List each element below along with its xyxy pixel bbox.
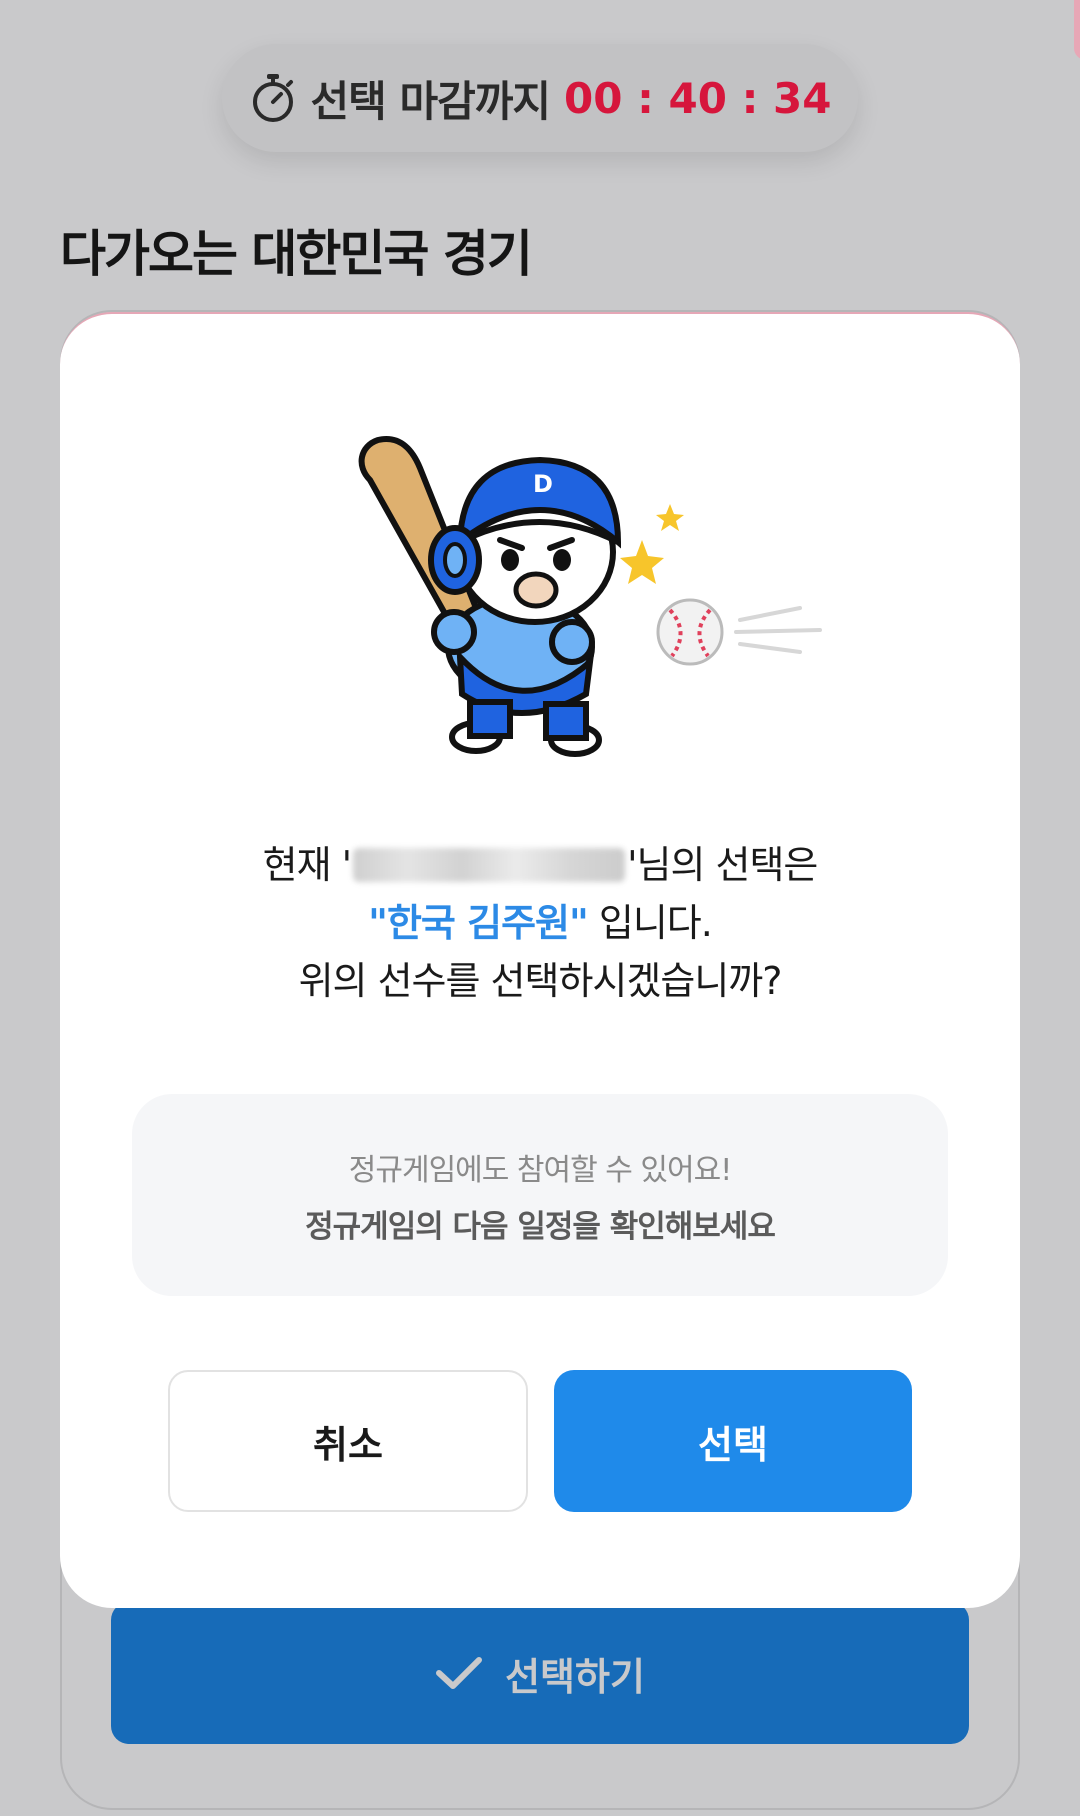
message-prefix: 현재 ' [262,843,352,887]
page-title: 다가오는 대한민국 경기 [60,225,533,283]
message-ending: 입니다. [587,901,713,945]
deadline-timer: 선택 마감까지 00 : 40 : 34 [222,44,858,152]
check-icon [436,1657,483,1689]
mascot-cap-letter: D [533,470,553,498]
confirm-select-button[interactable]: 선택 [554,1370,912,1512]
regular-game-info-box: 정규게임에도 참여할 수 있어요! 정규게임의 다음 일정을 확인해보세요 [132,1094,948,1296]
timer-countdown: 00 : 40 : 34 [564,73,832,123]
cancel-button[interactable]: 취소 [168,1370,528,1512]
selected-player-name: "한국 김주원" [368,901,589,945]
confirm-selection-dialog: D 현재 ' '님의 선택은 "한국 김주원" 입니다. 위의 선수를 선택하시겠… [60,312,1020,1608]
baseball-mascot-illustration: D [358,436,822,757]
stopwatch-icon [252,74,293,122]
timer-label: 선택 마감까지 [310,76,551,126]
select-action-label: 선택하기 [505,1654,645,1699]
confirmation-message: 현재 ' '님의 선택은 "한국 김주원" 입니다. 위의 선수를 선택하시겠습니… [60,836,1020,1010]
info-text: 정규게임에도 참여할 수 있어요! [348,1152,732,1188]
confirmation-question: 위의 선수를 선택하시겠습니까? [298,959,783,1003]
info-schedule-text: 정규게임의 다음 일정을 확인해보세요 [305,1208,776,1245]
redacted-username [353,848,626,882]
background-edge-accent [1074,0,1080,60]
select-action-button[interactable]: 선택하기 [111,1602,969,1744]
message-suffix: '님의 선택은 [627,843,818,887]
baseball-icon [656,598,724,666]
